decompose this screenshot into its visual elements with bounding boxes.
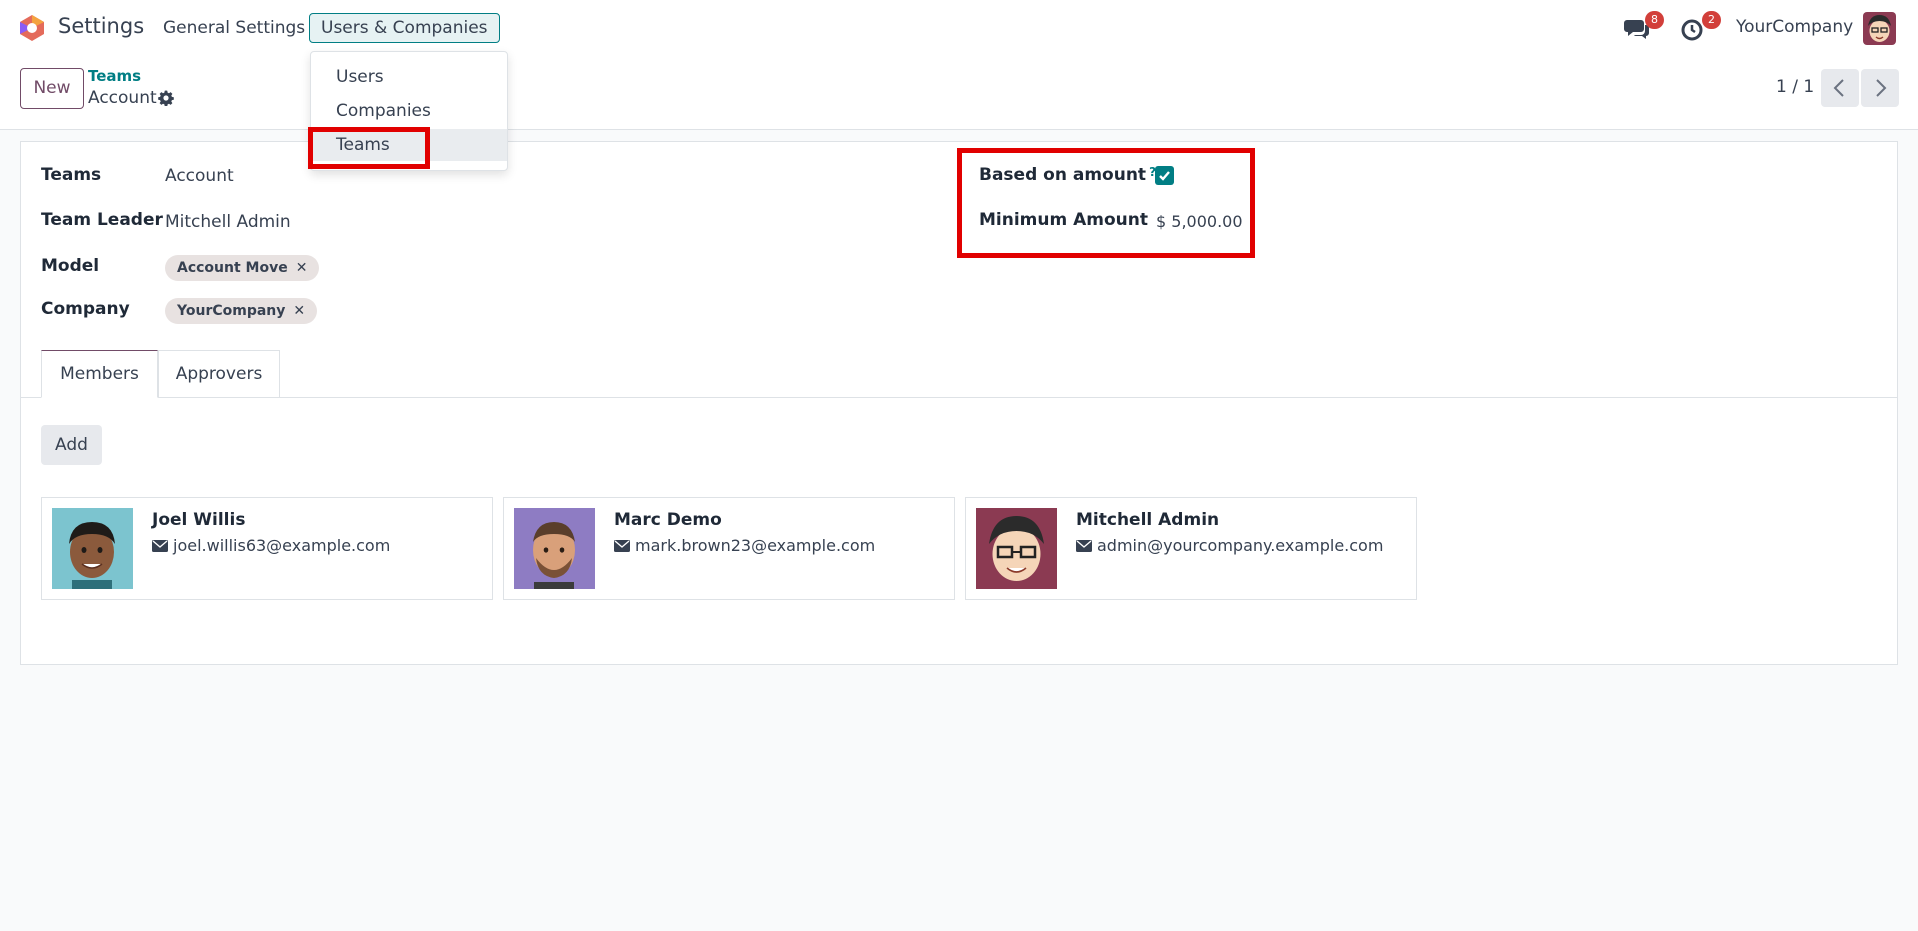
member-card[interactable]: Marc Demo mark.brown23@example.com — [503, 497, 955, 600]
envelope-icon — [1076, 540, 1092, 552]
member-card[interactable]: Mitchell Admin admin@yourcompany.example… — [965, 497, 1417, 600]
messages-button[interactable]: 8 — [1624, 11, 1664, 41]
gear-icon[interactable] — [158, 90, 174, 106]
add-member-button[interactable]: Add — [41, 425, 102, 465]
model-label: Model — [41, 256, 100, 276]
tag-remove-icon[interactable]: ✕ — [296, 260, 308, 276]
user-avatar-icon — [1863, 12, 1896, 45]
user-avatar[interactable] — [1863, 12, 1896, 45]
avatar-mitchell-icon — [976, 508, 1057, 589]
member-name: Joel Willis — [152, 510, 246, 530]
top-navbar: Settings General Settings Users & Compan… — [0, 0, 1918, 57]
team-leader-field[interactable]: Mitchell Admin — [165, 212, 291, 232]
breadcrumb-parent[interactable]: Teams — [88, 67, 141, 85]
menu-general-settings[interactable]: General Settings — [153, 15, 315, 41]
team-leader-label: Team Leader — [41, 210, 163, 230]
breadcrumb-current: Account — [88, 88, 157, 108]
chevron-right-icon — [1876, 79, 1887, 97]
tab-members[interactable]: Members — [41, 350, 158, 398]
member-email-text[interactable]: admin@yourcompany.example.com — [1097, 536, 1383, 555]
company-tag[interactable]: YourCompany ✕ — [165, 298, 318, 324]
envelope-icon — [614, 540, 630, 552]
company-switcher[interactable]: YourCompany — [1736, 17, 1853, 37]
tab-approvers[interactable]: Approvers — [158, 350, 280, 398]
model-tag[interactable]: Account Move ✕ — [165, 255, 320, 281]
messages-badge: 8 — [1645, 11, 1664, 29]
activities-badge: 2 — [1702, 11, 1721, 29]
pager-previous-button[interactable] — [1821, 69, 1859, 107]
pager-value[interactable]: 1 / 1 — [1776, 77, 1814, 97]
member-email-text[interactable]: mark.brown23@example.com — [635, 536, 875, 555]
app-title[interactable]: Settings — [58, 14, 144, 38]
dropdown-item-users[interactable]: Users — [311, 61, 507, 93]
member-name: Mitchell Admin — [1076, 510, 1220, 530]
member-avatar — [514, 508, 595, 589]
member-avatar — [52, 508, 133, 589]
avatar-joel-icon — [52, 508, 133, 589]
envelope-icon — [152, 540, 168, 552]
form-sheet: Teams Account Team Leader Mitchell Admin… — [20, 141, 1898, 665]
activities-button[interactable]: 2 — [1681, 11, 1721, 41]
tag-remove-icon[interactable]: ✕ — [293, 303, 305, 319]
menu-users-companies[interactable]: Users & Companies — [309, 13, 500, 43]
member-email: admin@yourcompany.example.com — [1076, 536, 1383, 555]
amount-highlight-box — [957, 148, 1255, 258]
dropdown-item-companies[interactable]: Companies — [311, 95, 507, 127]
member-email-text[interactable]: joel.willis63@example.com — [173, 536, 390, 555]
member-email: joel.willis63@example.com — [152, 536, 390, 555]
teams-label: Teams — [41, 165, 102, 185]
teams-field[interactable]: Account — [165, 166, 234, 186]
company-label: Company — [41, 299, 130, 319]
member-avatar — [976, 508, 1057, 589]
member-email: mark.brown23@example.com — [614, 536, 875, 555]
new-button[interactable]: New — [20, 68, 84, 109]
tab-divider — [21, 397, 1897, 398]
pager-next-button[interactable] — [1861, 69, 1899, 107]
odoo-logo-icon[interactable] — [18, 14, 46, 42]
chevron-left-icon — [1833, 79, 1844, 97]
teams-highlight-box — [308, 127, 430, 169]
avatar-marc-icon — [514, 508, 595, 589]
member-card[interactable]: Joel Willis joel.willis63@example.com — [41, 497, 493, 600]
model-tag-label: Account Move — [177, 260, 288, 276]
control-panel: New Teams Account 1 / 1 — [0, 57, 1918, 130]
member-name: Marc Demo — [614, 510, 722, 530]
company-tag-label: YourCompany — [177, 303, 286, 319]
